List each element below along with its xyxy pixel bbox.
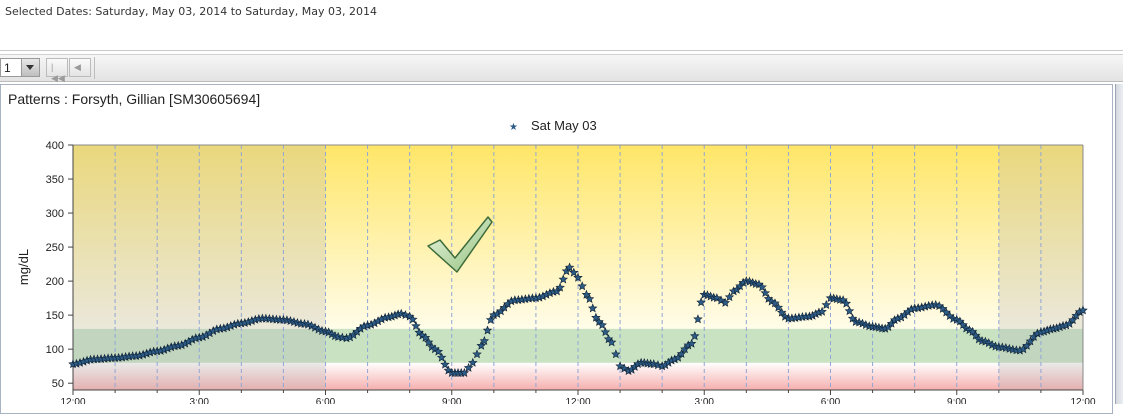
legend-label: Sat May 03: [531, 118, 597, 133]
x-tick-label: 6:00: [316, 397, 336, 404]
x-tick-label: 6:00: [821, 397, 841, 404]
y-tick-label: 400: [46, 140, 64, 152]
y-tick-label: 200: [46, 276, 64, 288]
y-tick-label: 100: [46, 344, 64, 356]
y-tick-label: 50: [52, 378, 64, 390]
y-tick-label: 350: [46, 174, 64, 186]
glucose-pattern-chart: 50 100 150 200 250 300 350 400 12:00 3:00 6:00 9:00…: [16, 118, 1096, 404]
chart-legend: ★ Sat May 03: [509, 118, 597, 133]
y-axis-label: mg/dL: [16, 249, 31, 285]
y-tick-label: 300: [46, 208, 64, 220]
legend-marker: ★: [509, 122, 518, 133]
x-tick-label: 9:00: [442, 397, 462, 404]
x-tick-label: 12:00: [565, 397, 590, 404]
x-tick-label: 9:00: [947, 397, 967, 404]
y-tick-label: 250: [46, 242, 64, 254]
x-tick-label: 3:00: [695, 397, 715, 404]
x-tick-label: 3:00: [190, 397, 210, 404]
y-tick-label: 150: [46, 310, 64, 322]
x-tick-label: 12:00: [60, 397, 85, 404]
x-tick-label: 12:00: [1070, 397, 1095, 404]
